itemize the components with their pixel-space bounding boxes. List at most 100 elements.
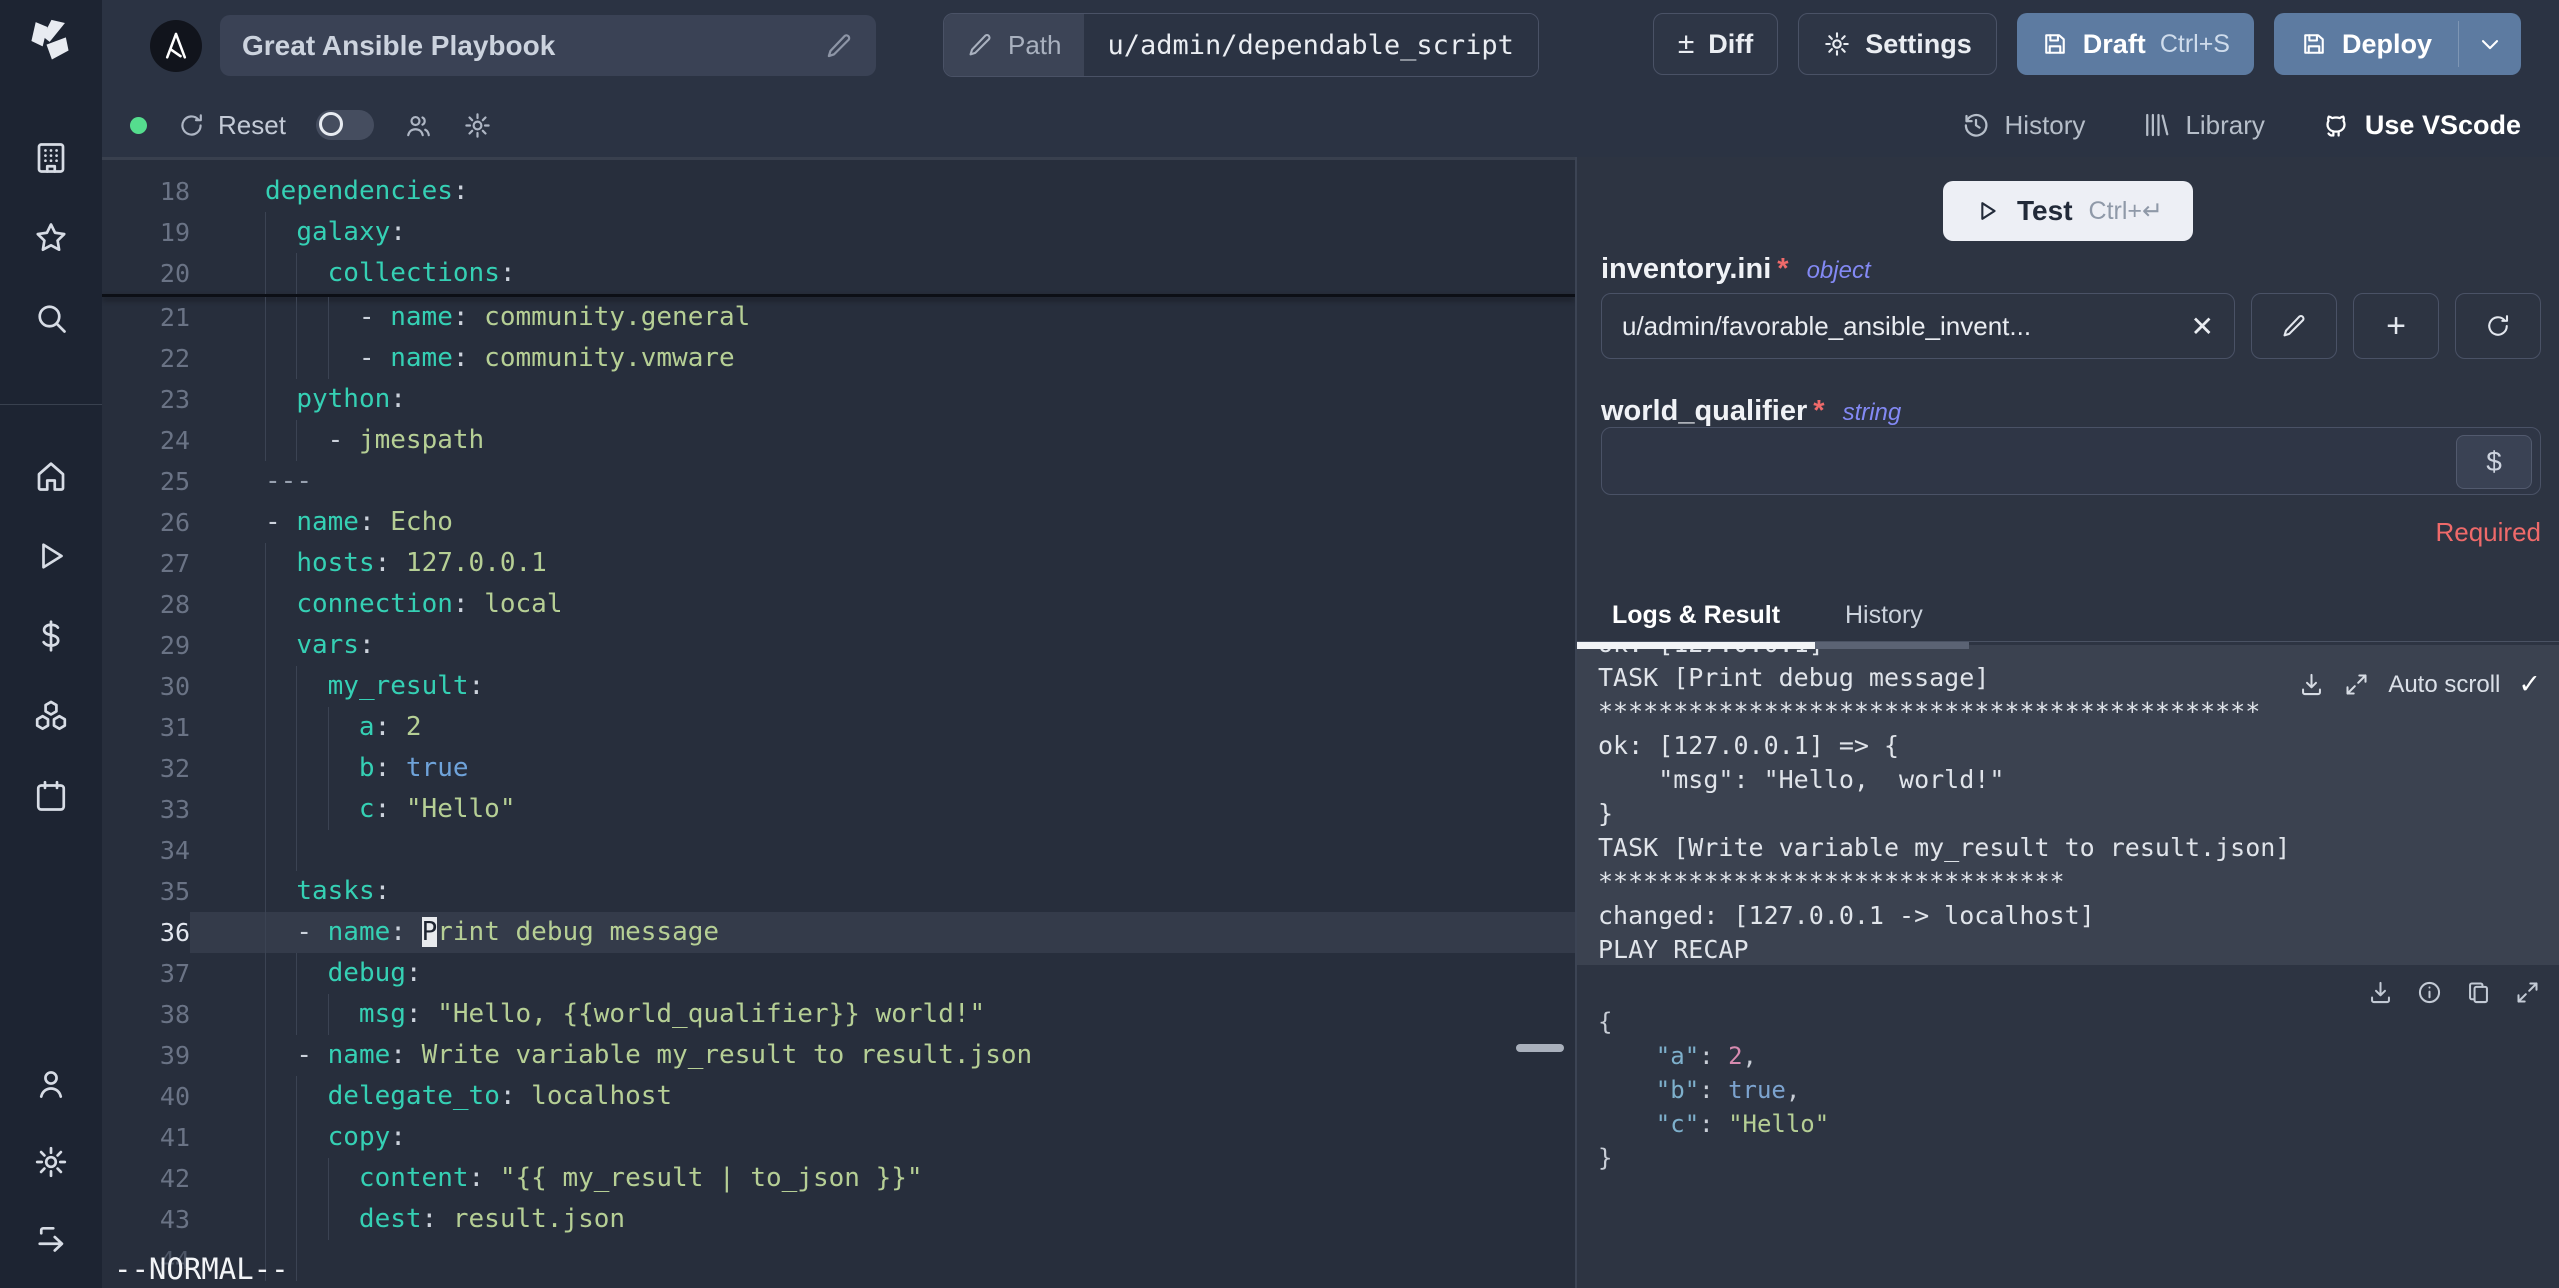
active-tab-underline (1577, 642, 1815, 649)
deploy-button-group: Deploy (2273, 13, 2521, 75)
autoscroll-check-icon[interactable]: ✓ (2518, 669, 2541, 700)
status-dot (130, 116, 147, 134)
log-line: "msg": "Hello, world!" (1598, 765, 2005, 794)
code-line-22[interactable]: 22 - name: community.vmware (102, 338, 1575, 379)
log-line: changed: [127.0.0.1 -> localhost] (1598, 901, 2095, 930)
save-icon (2300, 30, 2328, 58)
code-line-23[interactable]: 23 python: (102, 379, 1575, 420)
settings-button[interactable]: Settings (1798, 13, 1997, 75)
code-line-42[interactable]: 42 content: "{{ my_result | to_json }}" (102, 1158, 1575, 1199)
refresh-resource-button[interactable] (2455, 293, 2541, 359)
code-line-19[interactable]: 19 galaxy: (102, 212, 1575, 253)
code-line-29[interactable]: 29 vars: (102, 625, 1575, 666)
library-button[interactable]: Library (2141, 110, 2265, 141)
expand-log-icon[interactable] (2343, 671, 2370, 698)
draft-shortcut: Ctrl+S (2159, 29, 2230, 58)
collaborators-button[interactable] (404, 111, 433, 140)
code-line-27[interactable]: 27 hosts: 127.0.0.1 (102, 543, 1575, 584)
search-icon[interactable] (33, 300, 69, 336)
field-type: object (1806, 257, 1871, 284)
windmill-script-editor: Great Ansible Playbook Path u/admin/depe… (0, 0, 2559, 1288)
account-person-icon[interactable] (33, 1066, 69, 1102)
chevron-down-icon (2476, 30, 2504, 58)
code-line-18[interactable]: 18 dependencies: (102, 171, 1575, 212)
code-line-31[interactable]: 31 a: 2 (102, 707, 1575, 748)
draft-button[interactable]: Draft Ctrl+S (2016, 13, 2254, 75)
code-line-26[interactable]: 26- name: Echo (102, 502, 1575, 543)
autoscroll-label: Auto scroll (2388, 670, 2501, 698)
schedules-calendar-icon[interactable] (33, 778, 69, 814)
path-field[interactable]: Path u/admin/dependable_script (943, 13, 1539, 77)
code-line-40[interactable]: 40 delegate_to: localhost (102, 1076, 1575, 1117)
vim-mode-indicator: --NORMAL-- (114, 1252, 289, 1286)
refresh-icon (2484, 312, 2512, 340)
favorites-star-icon[interactable] (33, 220, 69, 256)
log-output[interactable]: ok: [127.0.0.1]TASK [Print debug message… (1577, 645, 2559, 965)
runs-play-icon[interactable] (33, 538, 69, 574)
add-resource-button[interactable]: + (2353, 293, 2439, 359)
code-line-30[interactable]: 30 my_result: (102, 666, 1575, 707)
tab-history[interactable]: History (1845, 601, 1923, 630)
code-line-37[interactable]: 37 debug: (102, 953, 1575, 994)
code-line-41[interactable]: 41 copy: (102, 1117, 1575, 1158)
info-icon[interactable] (2416, 979, 2443, 1006)
log-line: ok: [127.0.0.1] => { (1598, 731, 1900, 760)
diff-button[interactable]: ± Diff (1652, 13, 1779, 75)
edit-pencil-icon[interactable] (824, 31, 854, 61)
settings-gear-icon[interactable] (33, 1144, 69, 1180)
expand-result-icon[interactable] (2514, 979, 2541, 1006)
test-shortcut: Ctrl+↵ (2088, 197, 2163, 225)
code-line-20[interactable]: 20 collections: (102, 253, 1575, 294)
edit-resource-button[interactable] (2251, 293, 2337, 359)
result-line: { (1598, 1008, 1613, 1036)
result-tabs: Logs & Result History (1577, 597, 2559, 642)
tab-logs-result[interactable]: Logs & Result (1612, 601, 1780, 630)
panel-splitter[interactable] (1575, 157, 1577, 1288)
code-line-35[interactable]: 35 tasks: (102, 871, 1575, 912)
deploy-dropdown-button[interactable] (2459, 13, 2521, 75)
download-result-icon[interactable] (2367, 979, 2394, 1006)
code-line-38[interactable]: 38 msg: "Hello, {{world_qualifier}} worl… (102, 994, 1575, 1035)
variable-picker-button[interactable]: $ (2456, 435, 2532, 489)
variables-dollar-icon[interactable] (33, 618, 69, 654)
gear-icon (1823, 30, 1851, 58)
download-log-icon[interactable] (2298, 671, 2325, 698)
vscode-cat-icon (2321, 110, 2351, 140)
deploy-button[interactable]: Deploy (2274, 13, 2458, 75)
code-line-32[interactable]: 32 b: true (102, 748, 1575, 789)
editor-settings-button[interactable] (463, 111, 492, 140)
workspace-building-icon[interactable] (33, 140, 69, 176)
log-line: TASK [Write variable my_result to result… (1598, 833, 2291, 862)
code-line-34[interactable]: 34 (102, 830, 1575, 871)
splitter-handle[interactable] (1516, 1044, 1564, 1052)
code-line-44[interactable]: 44 (102, 1240, 1575, 1281)
field-type: string (1842, 399, 1902, 426)
code-line-28[interactable]: 28 connection: local (102, 584, 1575, 625)
header-bar: Great Ansible Playbook Path u/admin/depe… (102, 0, 2559, 93)
copy-clipboard-icon[interactable] (2465, 979, 2492, 1006)
use-vscode-button[interactable]: Use VScode (2321, 110, 2521, 141)
code-line-25[interactable]: 25 --- (102, 461, 1575, 502)
script-title-input[interactable]: Great Ansible Playbook (220, 15, 876, 76)
history-button[interactable]: History (1961, 110, 2085, 141)
world-qualifier-textarea[interactable]: $ (1601, 427, 2541, 495)
test-button[interactable]: Test Ctrl+↵ (1943, 181, 2193, 241)
resources-cubes-icon[interactable] (33, 698, 69, 734)
editor-toolbar: Reset History Library Use VScode (102, 93, 2559, 158)
code-line-43[interactable]: 43 dest: result.json (102, 1199, 1575, 1240)
inventory-input[interactable]: u/admin/favorable_ansible_invent... ✕ (1601, 293, 2235, 359)
windmill-logo-icon[interactable] (24, 14, 78, 68)
code-line-33[interactable]: 33 c: "Hello" (102, 789, 1575, 830)
code-line-21[interactable]: 21 - name: community.general (102, 297, 1575, 338)
diff-toggle[interactable] (315, 110, 374, 140)
code-line-36[interactable]: 36 - name: Print debug message (102, 912, 1575, 953)
reset-button[interactable]: Reset (177, 110, 286, 141)
home-icon[interactable] (33, 458, 69, 494)
logout-arrow-icon[interactable] (33, 1222, 69, 1258)
code-line-39[interactable]: 39 - name: Write variable my_result to r… (102, 1035, 1575, 1076)
clear-x-icon[interactable]: ✕ (2177, 310, 2214, 343)
validation-message: Required (2435, 517, 2541, 547)
code-line-24[interactable]: 24 - jmespath (102, 420, 1575, 461)
code-editor[interactable]: 18 dependencies: 19 galaxy: 20 collections:… (102, 157, 1575, 1288)
world-qualifier-field-label: world_qualifier * string (1601, 395, 1902, 427)
